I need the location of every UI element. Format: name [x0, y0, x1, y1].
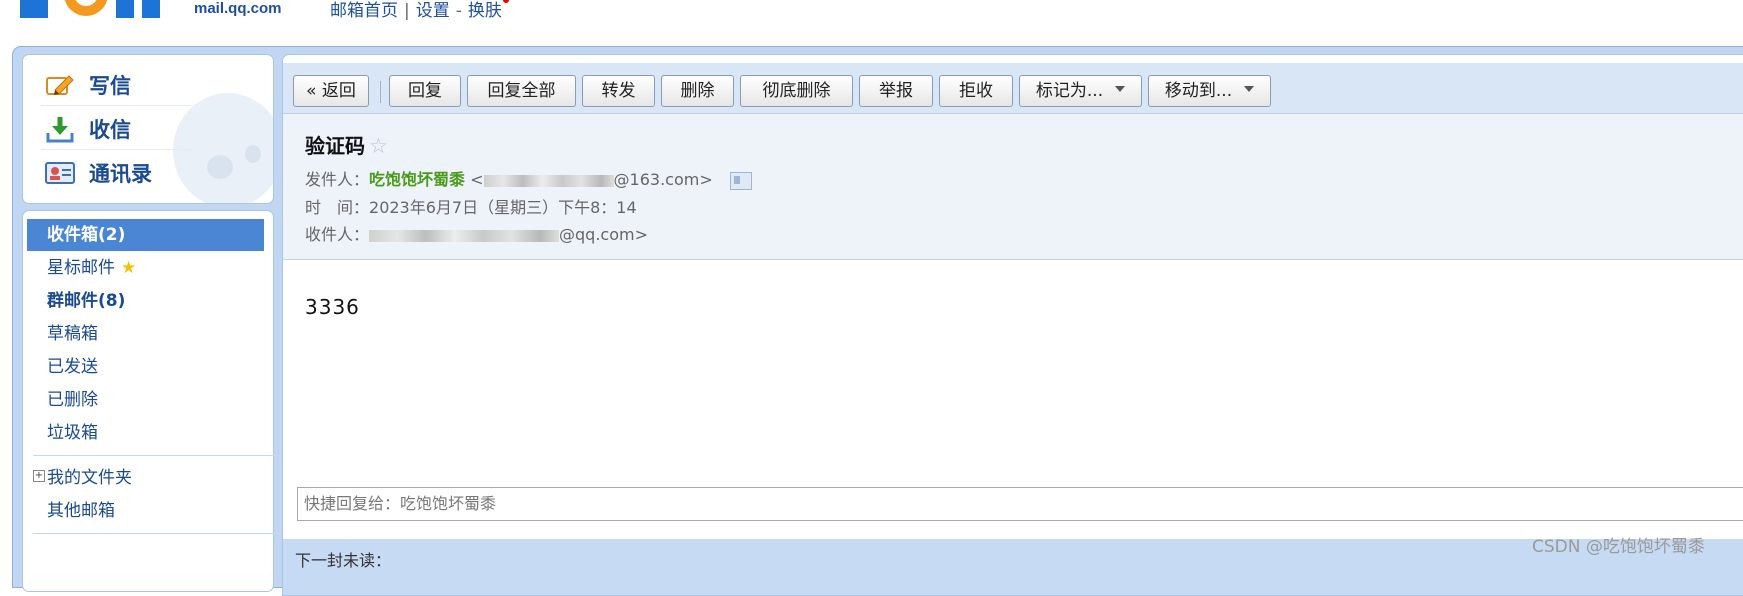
time-label: 时 间：: [305, 198, 370, 217]
my-folders-label: 我的文件夹: [47, 468, 132, 488]
mail-domain-label: mail.qq.com: [194, 0, 282, 17]
reply-all-button[interactable]: 回复全部: [467, 75, 576, 107]
move-to-label: 移动到...: [1164, 81, 1233, 101]
folder-drafts[interactable]: 草稿箱: [27, 318, 264, 350]
sender-email-open: <: [470, 170, 484, 189]
nav-settings-link[interactable]: 设置: [416, 1, 450, 21]
nav-separator: |: [404, 1, 410, 21]
new-notification-dot: [502, 0, 509, 3]
recipient-email-domain: @qq.com>: [559, 225, 648, 244]
nav-change-skin-link[interactable]: 换肤: [468, 1, 502, 21]
move-to-dropdown[interactable]: 移动到...: [1148, 75, 1271, 107]
back-button[interactable]: « 返回: [293, 75, 369, 107]
mail-toolbar: « 返回 回复 回复全部 转发 删除 彻底删除 举报 拒收 标记为... 移动到…: [283, 63, 1743, 114]
folder-sent[interactable]: 已发送: [27, 351, 264, 383]
star-icon: ★: [121, 258, 137, 278]
compose-icon: [45, 72, 75, 98]
report-button[interactable]: 举报: [859, 75, 933, 107]
delete-permanently-button[interactable]: 彻底删除: [740, 75, 853, 107]
top-navigation: 邮箱首页 | 设置 - 换肤: [330, 0, 509, 21]
reply-button[interactable]: 回复: [389, 75, 461, 107]
penguin-eye-decoration: [207, 155, 233, 179]
sender-email-domain: @163.com>: [613, 170, 713, 189]
mail-subject: 验证码 ☆: [305, 130, 388, 159]
folder-group-mail[interactable]: 群邮件(8): [27, 285, 264, 317]
mark-as-label: 标记为...: [1035, 81, 1104, 101]
redacted-email-blur: [483, 174, 614, 187]
divider: [33, 455, 288, 456]
receive-mail-label: 收信: [89, 118, 131, 142]
delete-button[interactable]: 删除: [661, 75, 734, 107]
contacts-label: 通讯录: [89, 162, 152, 186]
sender-row: 发件人：吃饱饱坏蜀黍 < @163.com>: [305, 166, 752, 190]
sender-name[interactable]: 吃饱饱坏蜀黍: [369, 170, 465, 189]
my-folders-toggle[interactable]: + 我的文件夹: [27, 462, 264, 494]
mail-read-pane: « 返回 回复 回复全部 转发 删除 彻底删除 举报 拒收 标记为... 移动到…: [282, 54, 1743, 596]
expand-plus-icon: +: [33, 470, 45, 482]
forward-button[interactable]: 转发: [582, 75, 655, 107]
subject-text: 验证码: [305, 134, 365, 158]
star-outline-icon[interactable]: ☆: [369, 134, 388, 158]
divider: [41, 105, 191, 106]
divider: [33, 533, 288, 534]
toolbar-separator: [380, 81, 381, 103]
folder-deleted[interactable]: 已删除: [27, 384, 264, 416]
receive-mail-button[interactable]: 收信: [45, 109, 131, 149]
redacted-email-blur: [369, 229, 560, 242]
nav-separator: -: [455, 1, 462, 21]
qq-mail-logo[interactable]: [14, 0, 184, 20]
mark-as-dropdown[interactable]: 标记为...: [1019, 75, 1142, 107]
chevron-down-icon: [1244, 86, 1255, 92]
inbox-download-icon: [45, 115, 75, 143]
compose-button[interactable]: 写信: [45, 65, 131, 105]
sidebar-folders-panel: 收件箱(2) 星标邮件 ★ 群邮件(8) 草稿箱 已发送 已删除 垃圾箱 + 我的文…: [22, 210, 288, 592]
quick-reply-input[interactable]: 快捷回复给：吃饱饱坏蜀黍: [297, 487, 1743, 521]
folder-starred[interactable]: 星标邮件 ★: [27, 252, 264, 284]
contacts-button[interactable]: 通讯录: [45, 153, 152, 193]
nav-mail-home-link[interactable]: 邮箱首页: [330, 1, 398, 21]
compose-label: 写信: [89, 74, 131, 98]
recipient-label: 收件人：: [305, 225, 370, 244]
time-value: 2023年6月7日（星期三）下午8：14: [369, 198, 637, 217]
next-unread-bar: 下一封未读：: [283, 539, 1743, 595]
sender-label: 发件人：: [305, 170, 370, 189]
divider: [41, 149, 191, 150]
recipient-row: 收件人： @qq.com>: [305, 221, 648, 245]
csdn-watermark: CSDN @吃饱饱坏蜀黍: [1532, 537, 1705, 557]
mail-header: 验证码 ☆ 发件人：吃饱饱坏蜀黍 < @163.com> 时 间：2023年6月7日…: [283, 114, 1743, 260]
time-row: 时 间：2023年6月7日（星期三）下午8：14: [305, 194, 637, 218]
next-unread-text[interactable]: 下一封未读：: [295, 547, 391, 571]
folder-other-mailboxes[interactable]: 其他邮箱: [27, 495, 264, 527]
mail-body: 3336: [305, 295, 360, 319]
folder-inbox[interactable]: 收件箱(2): [27, 219, 264, 251]
chevron-down-icon: [1115, 86, 1126, 92]
reject-button[interactable]: 拒收: [939, 75, 1013, 107]
contacts-card-icon: [45, 161, 75, 185]
add-contact-card-icon[interactable]: [729, 171, 752, 190]
penguin-eye-decoration: [245, 145, 261, 163]
folder-spam[interactable]: 垃圾箱: [27, 417, 264, 449]
folder-starred-label: 星标邮件: [47, 258, 115, 278]
sidebar-tools-panel: 写信 收信 通讯录: [22, 54, 274, 204]
